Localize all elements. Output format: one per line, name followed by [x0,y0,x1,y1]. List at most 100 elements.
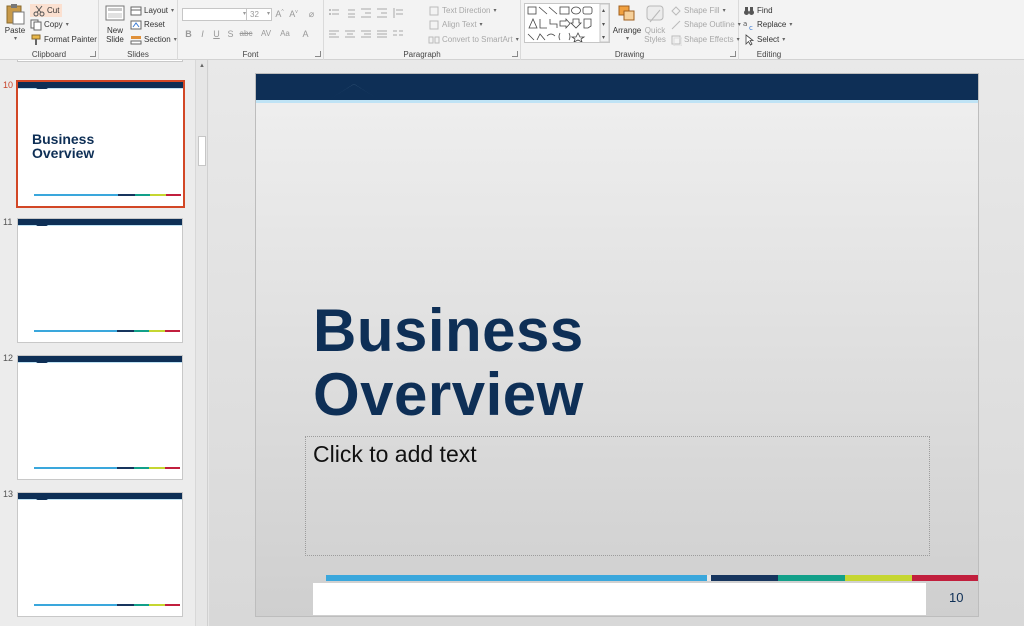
clipboard-launcher-icon[interactable] [90,51,96,57]
thumb-footer-stripes [34,467,180,469]
thumb-stripe-teal [134,467,150,469]
character-spacing-button[interactable]: AV [258,29,274,38]
slide-editing-area: Business Overview Click to add text 10 [209,60,1024,626]
italic-button[interactable]: I [197,29,208,39]
find-label: Find [757,6,773,15]
svg-text:▴: ▴ [602,7,605,14]
scroll-up-arrow-icon[interactable]: ▲ [199,63,205,69]
cut-button[interactable]: Cut [30,4,63,17]
quick-styles-button[interactable]: Quick Styles [642,3,668,44]
thumbnail-number: 10 [3,80,14,90]
format-painter-button[interactable]: Format Painter [30,33,97,46]
align-text-icon [428,19,440,31]
thumbnail-slide-12[interactable] [17,355,183,480]
paragraph-group: Text Direction ▾ Align Text ▾ Convert to… [324,0,521,60]
text-direction-button[interactable]: Text Direction ▾ [428,4,496,17]
shape-fill-button[interactable]: Shape Fill ▾ [670,4,726,17]
shape-effects-button[interactable]: Shape Effects ▾ [670,33,740,46]
line-spacing-icon[interactable] [392,7,404,19]
decrease-indent-icon[interactable] [360,7,372,19]
footer-box [313,583,926,615]
slide-title[interactable]: Business Overview [313,299,584,427]
layout-icon [130,5,142,17]
thumbnail-slide-11[interactable] [17,218,183,343]
shape-outline-button[interactable]: Shape Outline ▾ [670,18,741,31]
section-button[interactable]: Section ▾ [130,33,177,46]
thumb-stripe-blue [34,194,118,196]
font-launcher-icon[interactable] [315,51,321,57]
thumb-stripe-teal [134,604,150,606]
increase-indent-icon[interactable] [376,7,388,19]
paragraph-group-label: Paragraph [403,50,441,59]
select-button[interactable]: Select ▾ [743,33,785,46]
text-shadow-button[interactable]: S [225,29,236,39]
reset-button[interactable]: Reset [130,18,165,31]
underline-button[interactable]: U [211,29,222,39]
strikethrough-button[interactable]: abc [238,29,254,38]
convert-smartart-button[interactable]: Convert to SmartArt ▾ [428,33,519,46]
paste-dropdown-icon[interactable]: ▾ [14,35,17,44]
slide-thumbnail-pane: 10 Business Overview 11 12 13 ▲ [0,60,208,626]
thumbnail-number: 12 [3,353,14,363]
thumbnail-slide-13[interactable] [17,492,183,617]
quick-styles-label-1: Quick [644,26,666,35]
change-case-button[interactable]: Aa [278,29,292,38]
slide-header-peak [324,84,384,103]
new-slide-icon [105,5,125,21]
paste-button[interactable]: Paste ▾ [4,3,26,44]
thumb-stripe-lime [150,194,166,196]
align-text-button[interactable]: Align Text ▾ [428,18,483,31]
paste-label: Paste [4,26,26,35]
pen-icon [670,19,682,31]
layout-label: Layout [144,6,169,15]
grow-font-button[interactable]: A^ [274,9,285,19]
thumbnail-partial-previous[interactable] [17,60,183,62]
font-size-combo[interactable]: 32 ▾ [246,8,272,21]
clear-formatting-icon[interactable]: ⌀ [306,9,317,20]
copy-button[interactable]: Copy ▾ [30,18,69,31]
font-color-button[interactable]: A [300,29,311,39]
find-button[interactable]: Find [743,4,773,17]
thumb-header-peak [36,496,48,500]
justify-icon[interactable] [376,29,388,41]
thumb-stripe-blue [34,330,118,332]
paragraph-launcher-icon[interactable] [512,51,518,57]
drawing-launcher-icon[interactable] [730,51,736,57]
slide-title-line-1: Business [313,297,584,364]
columns-icon[interactable] [392,29,404,41]
stripe-navy [711,575,778,581]
thumbnail-scrollbar[interactable]: ▲ [195,60,207,626]
thumb-stripe-navy [117,604,135,606]
thumbnail-slide-10[interactable]: Business Overview [16,80,185,208]
format-painter-label: Format Painter [44,35,97,44]
thumb-stripe-red [165,194,182,196]
align-buttons [328,29,424,41]
thumb-stripe-red [164,604,180,606]
copy-dropdown-icon[interactable]: ▾ [66,21,69,28]
select-label: Select [757,35,780,44]
font-name-combo[interactable]: ▾ [182,8,248,21]
align-center-icon[interactable] [344,29,356,41]
arrange-button[interactable]: Arrange ▾ [613,3,641,44]
scrollbar-thumb[interactable] [198,136,206,166]
numbering-icon[interactable] [344,7,356,19]
arrange-dropdown-icon: ▾ [625,36,629,42]
slide-canvas[interactable]: Business Overview Click to add text 10 [255,73,979,617]
new-slide-label-1: New [106,26,123,35]
bullets-icon[interactable] [328,7,340,19]
new-slide-button[interactable]: New Slide [103,3,127,44]
shrink-font-button[interactable]: Av [288,9,299,19]
align-left-icon[interactable] [328,29,340,41]
paintbrush-icon [30,34,42,46]
arrange-icon [618,5,635,21]
replace-button[interactable]: ac Replace ▾ [743,18,792,31]
bold-button[interactable]: B [183,29,194,39]
quick-styles-label-2: Styles [644,35,666,44]
content-placeholder[interactable]: Click to add text [305,436,930,556]
paint-bucket-icon [670,5,682,17]
layout-button[interactable]: Layout ▾ [130,4,174,17]
slide-number: 10 [949,590,964,605]
shapes-gallery[interactable]: ▴ ▾ ▾ [524,3,610,43]
align-right-icon[interactable] [360,29,372,41]
list-buttons [328,7,424,19]
